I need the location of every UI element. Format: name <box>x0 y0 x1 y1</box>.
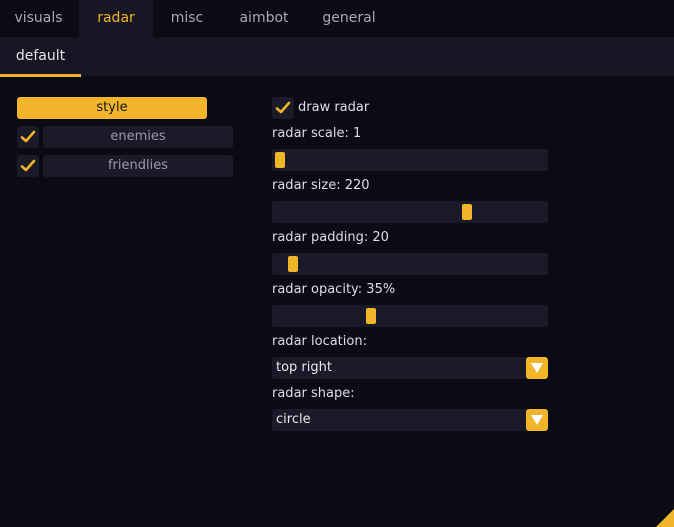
chevron-down-icon <box>531 363 543 373</box>
radar-shape-dropdown-button[interactable] <box>526 409 548 431</box>
draw-radar-checkbox[interactable] <box>272 97 294 119</box>
enemies-button[interactable]: enemies <box>43 126 233 148</box>
radar-opacity-slider[interactable] <box>272 305 548 327</box>
radar-location-dropdown-button[interactable] <box>526 357 548 379</box>
radar-size-slider[interactable] <box>272 201 548 223</box>
tab-aimbot[interactable]: aimbot <box>221 0 307 37</box>
radar-padding-slider[interactable] <box>272 253 548 275</box>
radar-padding-label: radar padding: 20 <box>272 230 389 245</box>
radar-shape-value: circle <box>276 412 311 427</box>
radar-scale-slider[interactable] <box>272 149 548 171</box>
tab-default[interactable]: default <box>0 37 81 77</box>
main-tab-bar: visuals radar misc aimbot general <box>0 0 674 37</box>
friendlies-checkbox[interactable] <box>17 155 39 177</box>
draw-radar-label: draw radar <box>298 100 370 115</box>
check-icon <box>275 101 291 114</box>
radar-location-select[interactable]: top right <box>272 357 548 379</box>
radar-location-label: radar location: <box>272 334 367 349</box>
radar-location-value: top right <box>276 360 332 375</box>
radar-size-label: radar size: 220 <box>272 178 370 193</box>
radar-scale-slider-thumb[interactable] <box>275 152 285 168</box>
radar-shape-label: radar shape: <box>272 386 355 401</box>
enemies-checkbox[interactable] <box>17 126 39 148</box>
resize-grip-icon[interactable] <box>656 509 674 527</box>
style-button[interactable]: style <box>17 97 207 119</box>
radar-padding-slider-thumb[interactable] <box>288 256 298 272</box>
check-icon <box>20 130 36 143</box>
check-icon <box>20 159 36 172</box>
tab-misc[interactable]: misc <box>155 0 219 37</box>
radar-shape-select[interactable]: circle <box>272 409 548 431</box>
tab-visuals[interactable]: visuals <box>0 0 77 37</box>
sub-tab-bar: default <box>0 37 674 77</box>
radar-scale-label: radar scale: 1 <box>272 126 362 141</box>
radar-opacity-label: radar opacity: 35% <box>272 282 396 297</box>
radar-size-slider-thumb[interactable] <box>462 204 473 220</box>
tab-radar[interactable]: radar <box>79 0 153 37</box>
friendlies-button[interactable]: friendlies <box>43 155 233 177</box>
radar-opacity-slider-thumb[interactable] <box>366 308 376 324</box>
tab-general[interactable]: general <box>309 0 389 37</box>
chevron-down-icon <box>531 415 543 425</box>
